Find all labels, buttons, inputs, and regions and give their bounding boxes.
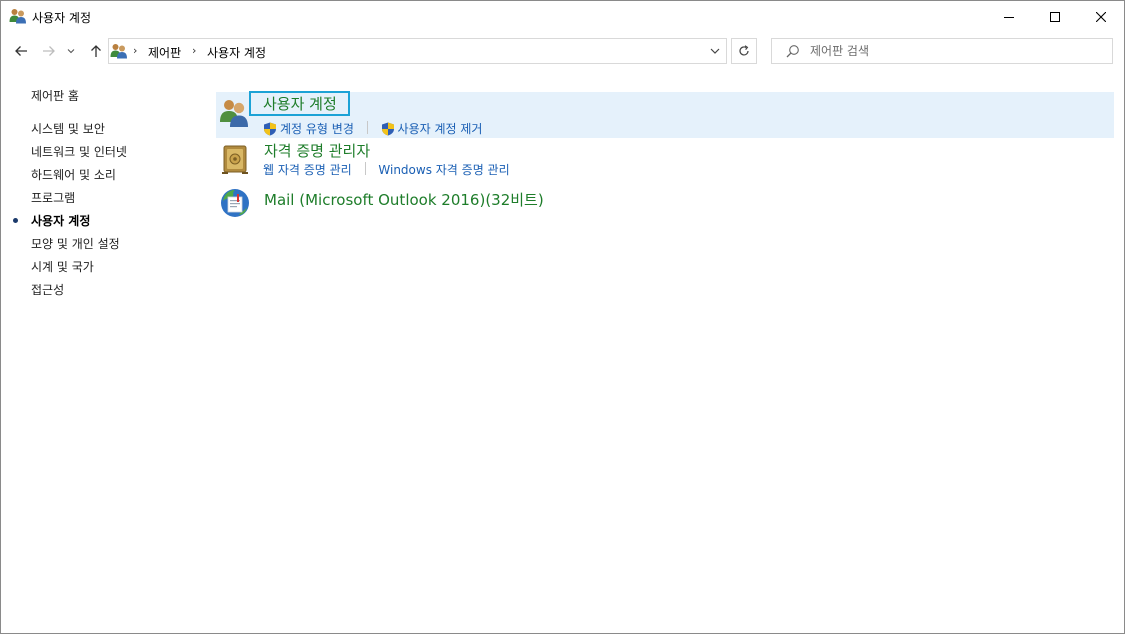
navigation-bar: › 제어판 › 사용자 계정 (1, 32, 1124, 70)
refresh-icon (739, 45, 749, 56)
left-item-system-security[interactable]: 시스템 및 보안 (31, 120, 105, 137)
left-item-user-accounts[interactable]: 사용자 계정 (31, 212, 90, 229)
vault-icon (219, 143, 251, 175)
refresh-button[interactable] (731, 38, 757, 64)
address-bar[interactable]: › 제어판 › 사용자 계정 (108, 38, 727, 64)
search-icon (786, 44, 800, 61)
chevron-down-icon (67, 49, 75, 54)
users-icon (219, 96, 251, 128)
breadcrumb-control-panel[interactable]: 제어판 (148, 44, 181, 61)
arrow-left-icon (15, 46, 27, 56)
left-item-hardware-sound[interactable]: 하드웨어 및 소리 (31, 166, 116, 183)
remove-user-account-label: 사용자 계정 제거 (397, 122, 483, 136)
users-icon (110, 43, 128, 59)
category-title-credential-manager[interactable]: 자격 증명 관리자 (264, 140, 370, 161)
search-box[interactable] (771, 38, 1113, 64)
chevron-right-icon[interactable]: › (192, 44, 196, 57)
recent-locations-button[interactable] (65, 42, 77, 60)
shield-icon (264, 122, 276, 135)
change-account-type-label: 계정 유형 변경 (280, 122, 354, 136)
back-button[interactable] (12, 42, 30, 60)
category-user-accounts[interactable]: 사용자 계정 계정 유형 변경 사용자 계정 제거 (216, 91, 1114, 138)
category-title-mail[interactable]: Mail (Microsoft Outlook 2016)(32비트) (264, 189, 544, 210)
manage-web-credentials-label: 웹 자격 증명 관리 (263, 163, 352, 177)
control-panel-window: 사용자 계정 › 제어판 › 사용자 계정 제어판 검색 제어판 홈 시스템 및… (0, 0, 1125, 634)
current-item-bullet-icon (13, 218, 18, 223)
close-button[interactable] (1078, 1, 1124, 32)
category-list: 사용자 계정 계정 유형 변경 사용자 계정 제거 자격 증명 관리자 웹 자격… (201, 70, 1124, 630)
left-navigation-pane: 제어판 홈 시스템 및 보안 네트워크 및 인터넷 하드웨어 및 소리 프로그램… (1, 70, 201, 630)
task-row-user-accounts: 계정 유형 변경 사용자 계정 제거 (263, 120, 482, 136)
window-title: 사용자 계정 (32, 11, 92, 25)
left-item-clock-region[interactable]: 시계 및 국가 (31, 258, 94, 275)
chevron-down-icon (710, 48, 720, 54)
left-item-programs[interactable]: 프로그램 (31, 189, 75, 206)
maximize-button[interactable] (1032, 1, 1078, 32)
minimize-button[interactable] (986, 1, 1032, 32)
manage-windows-credentials-link[interactable]: Windows 자격 증명 관리 (378, 161, 509, 178)
task-row-credential-manager: 웹 자격 증명 관리 Windows 자격 증명 관리 (263, 161, 510, 177)
search-input[interactable] (810, 43, 1100, 59)
chevron-right-icon[interactable]: › (133, 44, 137, 57)
users-icon (9, 8, 27, 24)
task-divider (366, 121, 368, 134)
forward-button[interactable] (40, 42, 58, 60)
category-credential-manager[interactable]: 자격 증명 관리자 웹 자격 증명 관리 Windows 자격 증명 관리 (216, 139, 1114, 183)
address-dropdown-button[interactable] (704, 39, 726, 63)
change-account-type-link[interactable]: 계정 유형 변경 (263, 120, 354, 137)
manage-web-credentials-link[interactable]: 웹 자격 증명 관리 (263, 161, 352, 178)
breadcrumb-user-accounts[interactable]: 사용자 계정 (207, 44, 266, 61)
up-button[interactable] (87, 42, 105, 60)
manage-windows-credentials-label: Windows 자격 증명 관리 (378, 163, 510, 177)
left-item-ease-of-access[interactable]: 접근성 (31, 281, 64, 298)
mail-icon (219, 187, 251, 219)
left-item-network-internet[interactable]: 네트워크 및 인터넷 (31, 143, 127, 160)
category-title-user-accounts[interactable]: 사용자 계정 (249, 91, 350, 116)
remove-user-account-link[interactable]: 사용자 계정 제거 (381, 120, 483, 137)
task-divider (364, 162, 366, 175)
control-panel-home-link[interactable]: 제어판 홈 (31, 87, 79, 104)
title-bar[interactable]: 사용자 계정 (1, 1, 1124, 32)
arrow-right-icon (43, 46, 55, 56)
shield-icon (381, 122, 394, 135)
arrow-up-icon (91, 45, 101, 57)
category-mail[interactable]: Mail (Microsoft Outlook 2016)(32비트) (216, 185, 1114, 225)
left-item-appearance[interactable]: 모양 및 개인 설정 (31, 235, 120, 252)
